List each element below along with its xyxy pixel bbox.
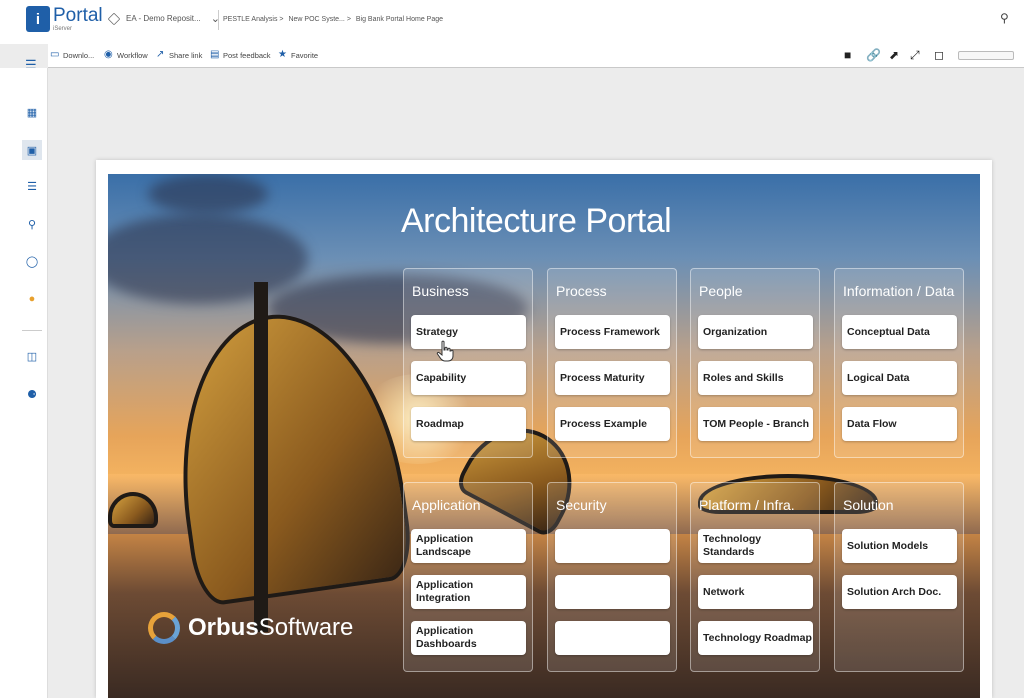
download-label: Downlo... [63, 50, 95, 60]
group-solution: Solution Solution Models Solution Arch D… [834, 482, 964, 672]
select-icon[interactable]: ⬈ [889, 48, 899, 62]
brand-first: Orbus [188, 614, 259, 641]
logo-title: Portal [53, 5, 103, 26]
tile-process-framework[interactable]: Process Framework [555, 315, 670, 349]
group-platform-infra: Platform / Infra. Technology Standards N… [690, 482, 820, 672]
circle-icon[interactable]: ◯ [22, 251, 42, 271]
group-process: Process Process Framework Process Maturi… [547, 268, 677, 458]
group-title: Information / Data [843, 283, 955, 299]
tile-application-dashboards[interactable]: Application Dashboards [411, 621, 526, 655]
group-title: People [699, 283, 743, 299]
search-rail-icon[interactable]: ⚲ [22, 214, 42, 234]
star-icon: ★ [278, 49, 287, 60]
group-title: Process [556, 283, 607, 299]
search-icon[interactable]: ⚲ [1000, 11, 1009, 25]
group-title: Security [556, 497, 607, 513]
orbus-ring-icon [148, 612, 180, 644]
portal-title: Architecture Portal [401, 202, 672, 240]
group-information-data: Information / Data Conceptual Data Logic… [834, 268, 964, 458]
tile-process-maturity[interactable]: Process Maturity [555, 361, 670, 395]
divider [22, 330, 42, 331]
list-icon[interactable]: ☰ [22, 176, 42, 196]
tile-application-landscape[interactable]: Application Landscape [411, 529, 526, 563]
feedback-label: Post feedback [223, 50, 271, 60]
workflow-label: Workflow [117, 50, 148, 60]
share-icon: ↗ [156, 49, 165, 60]
group-title: Platform / Infra. [699, 497, 795, 513]
workflow-button[interactable]: ◉ Workflow [104, 50, 148, 60]
tile-solution-models[interactable]: Solution Models [842, 529, 957, 563]
tile-technology-standards[interactable]: Technology Standards [698, 529, 813, 563]
hand-cursor-icon [436, 340, 454, 362]
top-bar: i Portal iServer EA - Demo Reposit... ⌄ … [0, 0, 1024, 44]
orbus-wordmark: OrbusSoftware [188, 614, 353, 642]
divider [218, 10, 219, 30]
tile-tom-people-branch[interactable]: TOM People - Branch [698, 407, 813, 441]
tile-roles-and-skills[interactable]: Roles and Skills [698, 361, 813, 395]
fullscreen-icon[interactable]: ◻ [934, 48, 944, 62]
tile-application-integration[interactable]: Application Integration [411, 575, 526, 609]
app-logo[interactable]: i Portal iServer [26, 6, 103, 36]
group-title: Application [412, 497, 481, 513]
library-icon[interactable]: ◫ [22, 346, 42, 366]
lightbulb-icon[interactable]: ● [22, 289, 42, 309]
tile-logical-data[interactable]: Logical Data [842, 361, 957, 395]
share-label: Share link [169, 50, 203, 60]
download-icon: ▭ [50, 49, 60, 60]
comment-icon[interactable]: ■ [844, 48, 851, 62]
toolbar: ▭ Downlo... ◉ Workflow ↗ Share link ▤ Po… [48, 44, 1024, 68]
document-icon[interactable]: ▣ [22, 140, 42, 160]
tile-technology-roadmap[interactable]: Technology Roadmap [698, 621, 813, 655]
link-icon[interactable]: 🔗 [866, 48, 881, 62]
share-link-button[interactable]: ↗ Share link [156, 50, 202, 60]
tile-organization[interactable]: Organization [698, 315, 813, 349]
tile-network[interactable]: Network [698, 575, 813, 609]
favorite-label: Favorite [291, 50, 319, 60]
tile-roadmap[interactable]: Roadmap [411, 407, 526, 441]
tile-conceptual-data[interactable]: Conceptual Data [842, 315, 957, 349]
tile-security-empty[interactable] [555, 529, 670, 563]
model-tree-icon[interactable]: ▦ [22, 102, 42, 122]
layers-icon [107, 12, 121, 25]
tile-data-flow[interactable]: Data Flow [842, 407, 957, 441]
fit-screen-icon[interactable]: ⤢ [910, 48, 920, 63]
favorite-button[interactable]: ★ Favorite [278, 50, 318, 60]
tile-process-example[interactable]: Process Example [555, 407, 670, 441]
group-security: Security [547, 482, 677, 672]
group-title: Solution [843, 497, 894, 513]
logo-mark: i [26, 6, 50, 32]
group-business: Business Strategy Capability Roadmap [403, 268, 533, 458]
group-application: Application Application Landscape Applic… [403, 482, 533, 672]
tile-solution-arch-doc[interactable]: Solution Arch Doc. [842, 575, 957, 609]
repository-selector[interactable]: EA - Demo Reposit... ⌄ [107, 12, 220, 25]
left-rail: ▦ ▣ ☰ ⚲ ◯ ● ◫ ⚈ [0, 68, 48, 698]
group-people: People Organization Roles and Skills TOM… [690, 268, 820, 458]
workflow-icon: ◉ [104, 49, 113, 60]
zoom-slider[interactable] [958, 51, 1014, 60]
logo-subtitle: iServer [53, 26, 73, 32]
users-icon[interactable]: ⚈ [22, 384, 42, 404]
tile-security-empty[interactable] [555, 575, 670, 609]
tile-security-empty[interactable] [555, 621, 670, 655]
orbus-logo: OrbusSoftware [148, 612, 353, 644]
breadcrumb-item[interactable]: New POC Syste... > [288, 16, 350, 23]
repository-name: EA - Demo Reposit... [126, 14, 201, 23]
post-feedback-button[interactable]: ▤ Post feedback [210, 50, 271, 60]
breadcrumb-item[interactable]: Big Bank Portal Home Page [356, 16, 443, 23]
group-title: Business [412, 283, 469, 299]
breadcrumb: PESTLE Analysis > New POC Syste... > Big… [223, 16, 446, 23]
breadcrumb-item[interactable]: PESTLE Analysis > [223, 16, 284, 23]
download-button[interactable]: ▭ Downlo... [50, 50, 94, 60]
feedback-icon: ▤ [210, 49, 220, 60]
tile-capability[interactable]: Capability [411, 361, 526, 395]
tile-strategy[interactable]: Strategy [411, 315, 526, 349]
brand-second: Software [258, 614, 354, 641]
